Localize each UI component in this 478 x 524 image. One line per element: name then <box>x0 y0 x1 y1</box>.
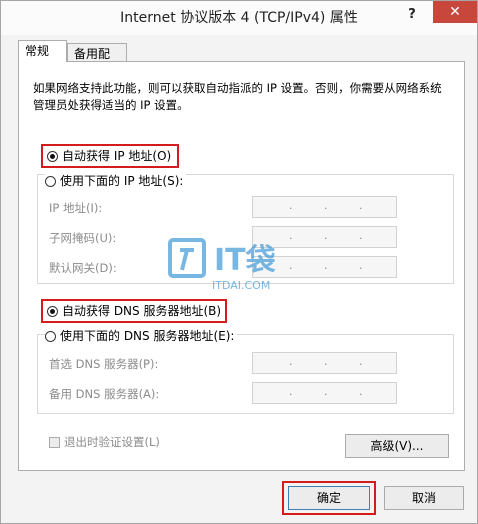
ok-button[interactable]: 确定 <box>288 486 370 510</box>
radio-unselected-icon <box>45 176 56 187</box>
help-button[interactable]: ? <box>401 5 423 25</box>
validate-settings-label: 退出时验证设置(L) <box>64 435 160 449</box>
ip-address-input[interactable]: ... <box>252 196 397 218</box>
radio-selected-icon <box>47 151 58 162</box>
close-button[interactable]: ✕ <box>433 1 477 23</box>
preferred-dns-input[interactable]: ... <box>252 352 397 374</box>
radio-selected-icon <box>47 306 58 317</box>
cancel-button[interactable]: 取消 <box>384 486 464 510</box>
alternate-dns-input[interactable]: ... <box>252 382 397 404</box>
auto-dns-label: 自动获得 DNS 服务器地址(B) <box>62 304 222 318</box>
tab-alternate-config[interactable]: 备用配置 <box>67 43 127 81</box>
checkbox-icon <box>49 437 60 448</box>
ip-address-label: IP 地址(I): <box>49 201 103 215</box>
advanced-button[interactable]: 高级(V)... <box>345 434 449 458</box>
tab-general[interactable]: 常规 <box>18 40 67 62</box>
radio-unselected-icon <box>45 331 56 342</box>
auto-ip-label: 自动获得 IP 地址(O) <box>62 149 172 163</box>
description-text: 如果网络支持此功能，则可以获取自动指派的 IP 设置。否则，你需要从网络系统管理… <box>33 81 442 112</box>
watermark-brand: IT袋 <box>214 243 276 278</box>
itdai-watermark-logo: IT袋 ITDAI.COM <box>168 238 276 292</box>
auto-dns-radio[interactable]: 自动获得 DNS 服务器地址(B) <box>47 302 221 320</box>
alternate-dns-label: 备用 DNS 服务器(A): <box>49 387 160 401</box>
default-gateway-label: 默认网关(D): <box>49 261 117 275</box>
preferred-dns-label: 首选 DNS 服务器(P): <box>49 357 159 371</box>
title-bar[interactable]: Internet 协议版本 4 (TCP/IPv4) 属性 ? ✕ <box>1 1 477 35</box>
manual-ip-radio[interactable]: 使用下面的 IP 地址(S): <box>45 172 187 190</box>
auto-ip-radio[interactable]: 自动获得 IP 地址(O) <box>47 147 171 165</box>
subnet-mask-label: 子网掩码(U): <box>49 231 117 245</box>
general-panel: 如果网络支持此功能，则可以获取自动指派的 IP 设置。否则，你需要从网络系统管理… <box>18 61 465 471</box>
validate-settings-checkbox[interactable]: 退出时验证设置(L) <box>49 434 160 450</box>
manual-dns-radio[interactable]: 使用下面的 DNS 服务器地址(E): <box>45 327 238 345</box>
manual-ip-label: 使用下面的 IP 地址(S): <box>60 174 184 188</box>
manual-dns-label: 使用下面的 DNS 服务器地址(E): <box>60 329 235 343</box>
watermark-url: ITDAI.COM <box>212 279 270 292</box>
dialog-window: Internet 协议版本 4 (TCP/IPv4) 属性 ? ✕ 常规 备用配… <box>0 0 478 524</box>
